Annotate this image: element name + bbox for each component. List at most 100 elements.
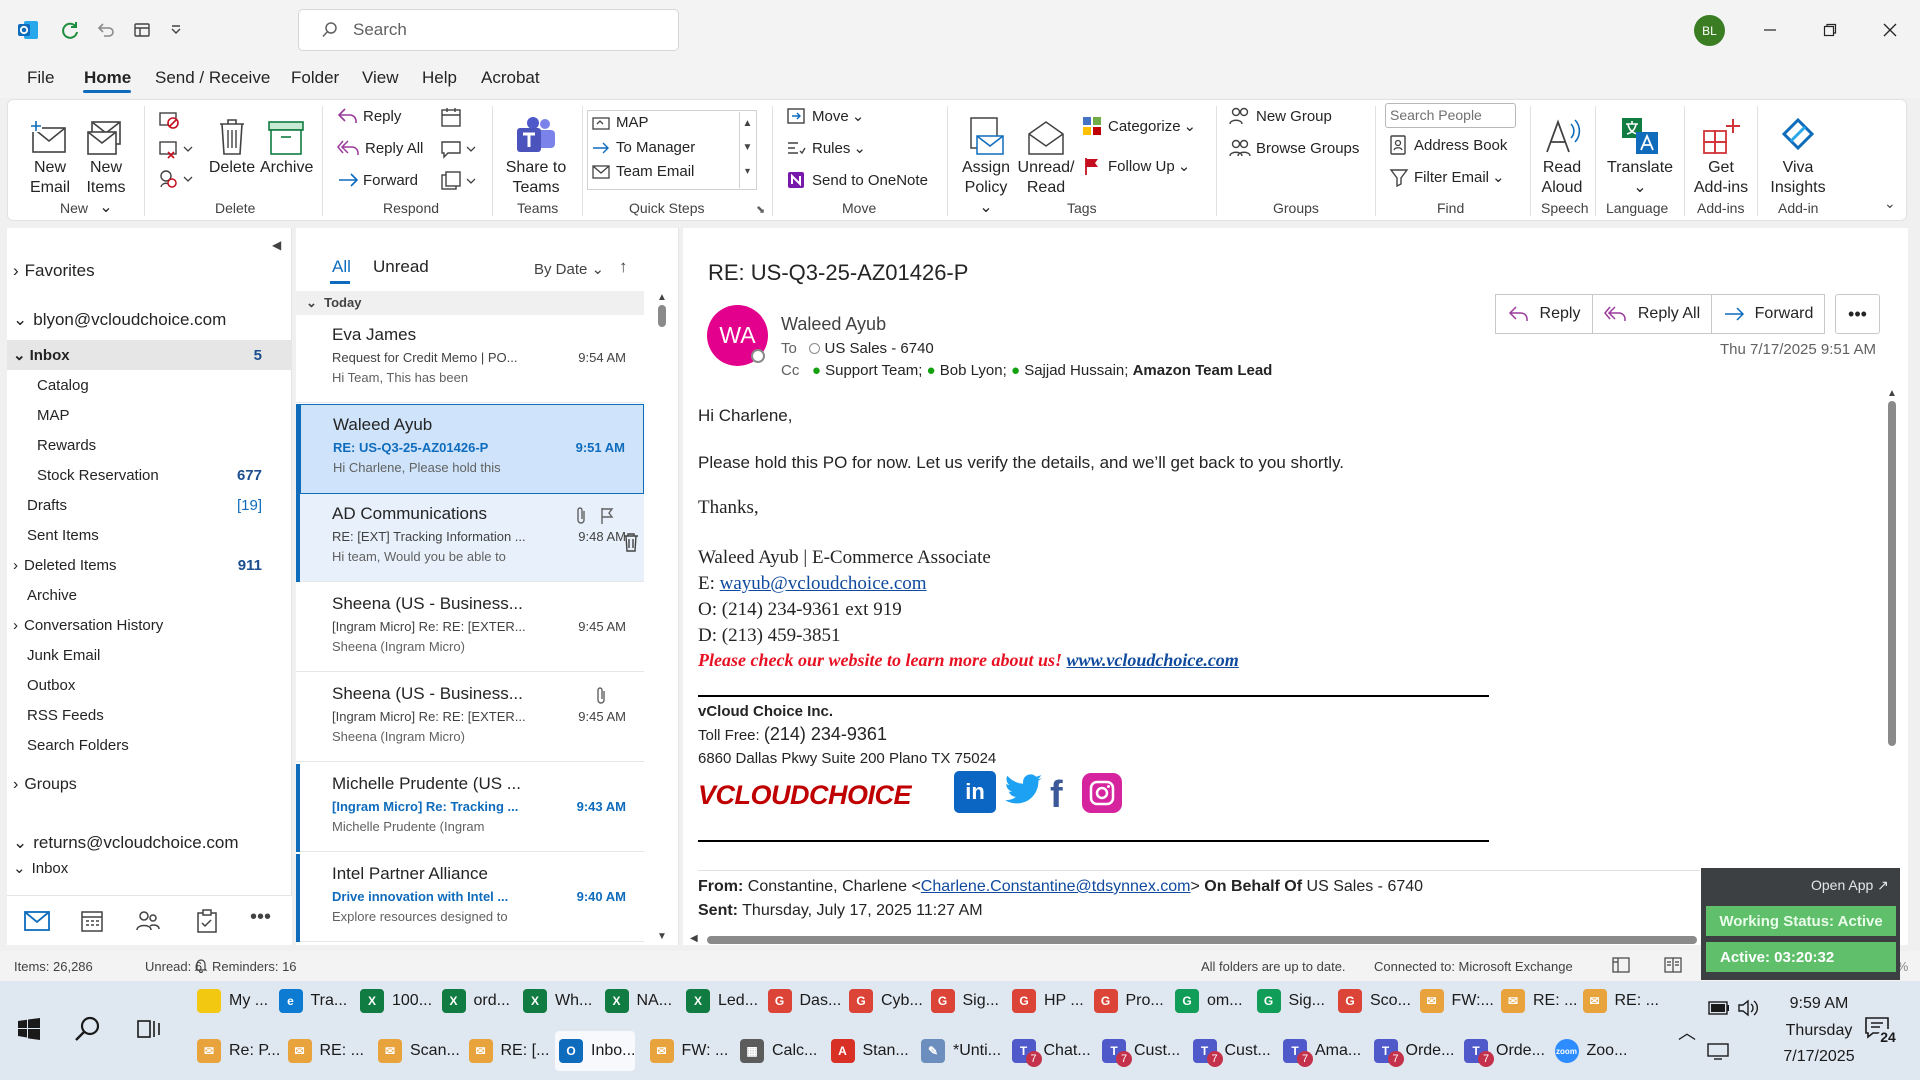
get-add-ins-button[interactable]: Get Add-ins bbox=[1693, 108, 1749, 198]
categorize-button[interactable]: Categorize ⌄ bbox=[1082, 116, 1196, 136]
favorites-header[interactable]: › Favorites bbox=[7, 256, 292, 286]
ribbon-collapse-icon[interactable]: ⌄ bbox=[1884, 195, 1896, 212]
cc-recipient[interactable]: Bob Lyon; bbox=[940, 362, 1007, 379]
list-item[interactable]: Eva James Request for Credit Memo | PO..… bbox=[296, 315, 644, 403]
taskbar-app-button[interactable]: G HP ... bbox=[1008, 981, 1084, 1021]
clock-time[interactable]: 9:59 AM bbox=[1769, 995, 1869, 1013]
taskbar-app-button[interactable]: T Ama... 7 bbox=[1279, 1031, 1361, 1071]
cc-recipient[interactable]: Sajjad Hussain; bbox=[1024, 362, 1128, 379]
network-icon[interactable] bbox=[1707, 1042, 1729, 1064]
list-item[interactable]: Sheena (US - Business... [Ingram Micro] … bbox=[296, 584, 644, 672]
taskbar-app-button[interactable]: G Sig... bbox=[927, 981, 999, 1021]
volume-icon[interactable] bbox=[1737, 998, 1759, 1022]
folder-outbox[interactable]: Outbox bbox=[7, 670, 292, 700]
folder-archive[interactable]: Archive bbox=[7, 580, 292, 610]
taskbar-app-button[interactable]: Gom... bbox=[1171, 981, 1243, 1021]
collapse-pane-icon[interactable]: ◀ bbox=[272, 238, 281, 252]
more-actions-icon[interactable]: ••• bbox=[1835, 294, 1880, 334]
scroll-up-icon[interactable]: ▲ bbox=[1886, 388, 1898, 399]
taskbar-app-button[interactable]: ✉ RE: ... bbox=[284, 1031, 364, 1071]
reading-vertical-scrollbar[interactable]: ▲ bbox=[1886, 388, 1898, 936]
list-item[interactable]: Michelle Prudente (US ... [Ingram Micro]… bbox=[296, 764, 644, 852]
list-item[interactable]: AD Communications RE: [EXT] Tracking Inf… bbox=[296, 494, 644, 582]
taskbar-app-button[interactable]: T Chat... 7 bbox=[1008, 1031, 1091, 1071]
normal-view-icon[interactable] bbox=[1612, 957, 1630, 976]
quick-access-icon[interactable] bbox=[128, 16, 156, 44]
signature-email-link[interactable]: wayub@vcloudchoice.com bbox=[720, 573, 927, 594]
cleanup-icon[interactable] bbox=[158, 138, 194, 160]
taskbar-app-button[interactable]: e Tra... bbox=[275, 981, 347, 1021]
assign-policy-button[interactable]: Assign Policy ⌄ bbox=[956, 108, 1016, 218]
search-icon[interactable] bbox=[74, 1015, 102, 1047]
im-reply-icon[interactable] bbox=[440, 138, 476, 160]
taskbar-app-button[interactable]: T Cust... 7 bbox=[1189, 1031, 1271, 1071]
flag-icon[interactable] bbox=[599, 506, 615, 530]
taskbar-app-button[interactable]: G Das... bbox=[764, 981, 841, 1021]
tab-send-receive[interactable]: Send / Receive bbox=[155, 68, 270, 88]
scroll-up-icon[interactable]: ▲ bbox=[740, 112, 755, 136]
mail-icon[interactable] bbox=[24, 910, 50, 936]
scroll-left-icon[interactable]: ◀ bbox=[690, 933, 698, 944]
filter-unread-tab[interactable]: Unread bbox=[373, 257, 429, 277]
instagram-icon[interactable] bbox=[1082, 773, 1122, 813]
translate-button[interactable]: Translate ⌄ bbox=[1600, 108, 1680, 198]
filter-all-tab[interactable]: All bbox=[332, 257, 351, 277]
calendar-icon[interactable] bbox=[80, 909, 104, 937]
cc-recipient[interactable]: Support Team; bbox=[825, 362, 922, 379]
scroll-down-icon[interactable]: ▼ bbox=[740, 136, 755, 160]
show-hidden-icons[interactable]: ︿ bbox=[1678, 1019, 1696, 1045]
read-aloud-button[interactable]: Read Aloud bbox=[1537, 108, 1587, 198]
list-item-selected[interactable]: Waleed Ayub RE: US-Q3-25-AZ01426-P Hi Ch… bbox=[296, 404, 644, 494]
quick-step-team-email[interactable]: Team Email bbox=[592, 163, 694, 180]
list-item[interactable]: Sheena (US - Business... [Ingram Micro] … bbox=[296, 674, 644, 762]
folder-catalog[interactable]: Catalog bbox=[7, 370, 292, 400]
forward-button[interactable]: Forward bbox=[1711, 294, 1825, 334]
folder-map[interactable]: MAP bbox=[7, 400, 292, 430]
scroll-thumb[interactable] bbox=[658, 305, 666, 327]
meeting-reply-icon[interactable] bbox=[440, 106, 462, 128]
windows-start-icon[interactable] bbox=[17, 1017, 41, 1045]
customize-toolbar-icon[interactable] bbox=[162, 16, 190, 44]
taskbar-app-button[interactable]: X Wh... bbox=[519, 981, 592, 1021]
scroll-up-icon[interactable]: ▲ bbox=[657, 292, 667, 303]
forward-button[interactable]: Forward bbox=[337, 170, 418, 190]
taskbar-app-button[interactable]: ✉ RE: [... bbox=[465, 1031, 549, 1071]
taskbar-app-button[interactable]: A Stan... bbox=[827, 1031, 909, 1071]
group-header-today[interactable]: ⌄ Today bbox=[296, 291, 644, 315]
folder-sent-items[interactable]: Sent Items bbox=[7, 520, 292, 550]
from-email-link[interactable]: Charlene.Constantine@tdsynnex.com bbox=[921, 878, 1191, 895]
to-recipient[interactable]: US Sales - 6740 bbox=[825, 340, 934, 357]
taskbar-app-button[interactable]: ✎ *Unti... bbox=[917, 1031, 1001, 1071]
folder-drafts[interactable]: Drafts [19] bbox=[7, 490, 292, 520]
clock-date[interactable]: 7/17/2025 bbox=[1769, 1048, 1869, 1066]
archive-button[interactable]: Archive bbox=[260, 108, 313, 178]
undo-icon[interactable] bbox=[92, 16, 120, 44]
more-apps-icon[interactable]: ••• bbox=[250, 906, 271, 929]
quick-step-to-manager[interactable]: To Manager bbox=[592, 139, 695, 156]
unread-read-button[interactable]: Unread/ Read bbox=[1016, 108, 1076, 198]
taskbar-app-button[interactable]: My ... bbox=[193, 981, 268, 1021]
follow-up-button[interactable]: Follow Up ⌄ bbox=[1082, 156, 1190, 176]
taskbar-app-button[interactable]: ✉ Scan... bbox=[374, 1031, 460, 1071]
cc-recipient-bold[interactable]: Amazon Team Lead bbox=[1133, 362, 1273, 379]
groups-header[interactable]: › Groups bbox=[7, 770, 292, 800]
close-icon[interactable] bbox=[1875, 16, 1905, 44]
folder-rewards[interactable]: Rewards bbox=[7, 430, 292, 460]
taskbar-app-button[interactable]: G Sig... bbox=[1253, 981, 1325, 1021]
dialog-launcher-icon[interactable]: ⬊ bbox=[756, 203, 765, 216]
viva-insights-button[interactable]: Viva Insights bbox=[1762, 108, 1834, 198]
tab-help[interactable]: Help bbox=[422, 68, 457, 88]
junk-icon[interactable] bbox=[158, 168, 194, 190]
filter-email-button[interactable]: Filter Email ⌄ bbox=[1389, 167, 1505, 187]
taskbar-app-button[interactable]: G Pro... bbox=[1090, 981, 1164, 1021]
tab-view[interactable]: View bbox=[362, 68, 399, 88]
taskbar-app-button[interactable]: ✉ RE: ... bbox=[1497, 981, 1577, 1021]
taskbar-app-button[interactable]: X NA... bbox=[601, 981, 672, 1021]
move-button[interactable]: Move ⌄ bbox=[786, 106, 864, 126]
browse-groups-button[interactable]: Browse Groups bbox=[1229, 138, 1359, 158]
taskbar-app-button[interactable]: G Cyb... bbox=[845, 981, 923, 1021]
folder-rss-feeds[interactable]: RSS Feeds bbox=[7, 700, 292, 730]
folder-junk-email[interactable]: Junk Email bbox=[7, 640, 292, 670]
folder-stock-reservation[interactable]: Stock Reservation 677 bbox=[7, 460, 292, 490]
scroll-thumb[interactable] bbox=[1888, 401, 1896, 746]
